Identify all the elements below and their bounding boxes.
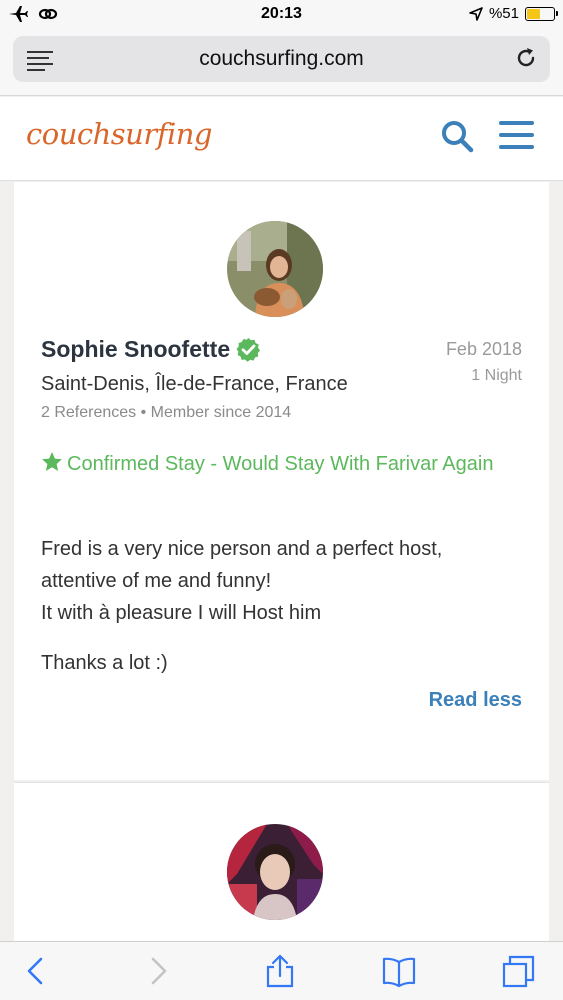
- confirmed-stay: Confirmed Stay - Would Stay With Farivar…: [41, 448, 501, 480]
- reviewer-name[interactable]: Sophie Snoofette: [41, 336, 261, 363]
- share-icon[interactable]: [263, 954, 297, 988]
- location-arrow-icon: [469, 6, 483, 21]
- url-text[interactable]: couchsurfing.com: [13, 47, 550, 71]
- address-bar[interactable]: couchsurfing.com: [13, 36, 550, 82]
- browser-toolbar: [0, 941, 563, 1000]
- star-icon: [42, 452, 62, 471]
- back-icon[interactable]: [20, 954, 54, 988]
- confirmed-stay-text: Confirmed Stay - Would Stay With Farivar…: [67, 453, 494, 475]
- battery-level: [527, 8, 541, 19]
- search-icon[interactable]: [440, 119, 474, 153]
- verified-badge-icon: [236, 338, 261, 362]
- status-bar: 20:13 %51: [0, 0, 563, 30]
- site-header: couchsurfing: [0, 97, 563, 181]
- status-right: %51: [469, 5, 558, 22]
- reference-date: Feb 2018: [445, 339, 522, 359]
- read-less-link[interactable]: Read less: [429, 689, 522, 712]
- reviewer-meta: 2 References • Member since 2014: [41, 404, 292, 421]
- reference-body: Fred is a very nice person and a perfect…: [41, 533, 511, 629]
- tabs-icon[interactable]: [502, 954, 536, 988]
- reload-icon[interactable]: [514, 46, 538, 70]
- reference-thanks: Thanks a lot :): [41, 652, 168, 674]
- hamburger-menu-icon[interactable]: [499, 121, 534, 157]
- couchsurfing-logo[interactable]: couchsurfing: [26, 117, 212, 151]
- reference-body-line: attentive of me and funny!: [41, 570, 272, 592]
- reviewer-location: Saint-Denis, Île-de-France, France: [41, 373, 348, 395]
- reference-card: [14, 782, 549, 942]
- battery-percent: %51: [488, 5, 519, 22]
- reference-body-line: It with à pleasure I will Host him: [41, 602, 322, 624]
- reviewer-name-text[interactable]: Sophie Snoofette: [41, 336, 230, 363]
- reference-card: Sophie Snoofette Feb 2018 1 Night Saint-…: [14, 182, 549, 780]
- forward-icon[interactable]: [140, 954, 174, 988]
- bookmarks-icon[interactable]: [382, 954, 416, 988]
- avatar[interactable]: [227, 824, 323, 920]
- avatar[interactable]: [227, 221, 323, 317]
- stay-duration: 1 Night: [471, 367, 522, 384]
- reference-body-line: Fred is a very nice person and a perfect…: [41, 538, 443, 560]
- browser-chrome: couchsurfing.com: [0, 30, 563, 96]
- battery-icon: [525, 6, 558, 21]
